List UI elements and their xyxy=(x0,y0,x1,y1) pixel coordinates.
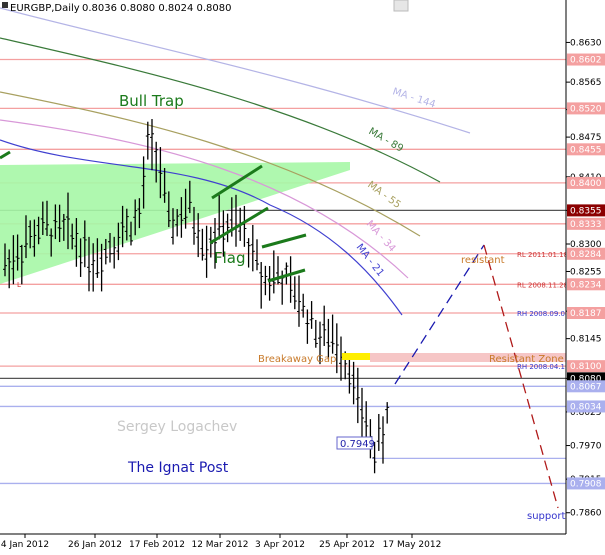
site-label: The Ignat Post xyxy=(127,460,229,476)
price-tag-label-6: 0.8284 xyxy=(570,250,602,260)
price-tag-label-11: 0.8067 xyxy=(570,382,602,392)
price-tag-label-5: 0.8333 xyxy=(570,220,602,230)
price-tag-label-9: 0.8100 xyxy=(570,362,602,372)
price-chart[interactable]: 0.7949 Bull Trap Flag Breakaway Gap resi… xyxy=(0,0,605,555)
price-tag-label-1: 0.8520 xyxy=(570,104,602,114)
price-tag-label-4: 0.8355 xyxy=(570,206,602,216)
price-tag-label-3: 0.8400 xyxy=(570,179,602,189)
small-l-label: L xyxy=(17,281,21,289)
level-label-2: RH 2008.09.04 xyxy=(517,310,570,318)
y-tick-label-0: 0.8630 xyxy=(570,38,602,48)
close-chart-icon[interactable] xyxy=(393,0,409,12)
y-tick-label-14: 0.7860 xyxy=(570,509,602,519)
price-tag-label-2: 0.8455 xyxy=(570,145,602,155)
author-watermark: Sergey Logachev xyxy=(117,419,237,435)
x-tick-label-4: 3 Apr 2012 xyxy=(255,540,305,550)
price-tag-label-7: 0.8234 xyxy=(570,280,602,290)
price-tag-label-8: 0.8187 xyxy=(570,309,602,319)
low-label: 0.7949 xyxy=(340,439,375,450)
x-tick-label-3: 12 Mar 2012 xyxy=(191,540,248,550)
x-tick-label-1: 26 Jan 2012 xyxy=(68,540,122,550)
bull-trap-label: Bull Trap xyxy=(119,92,184,110)
price-tag-label-13: 0.7908 xyxy=(570,479,602,489)
y-tick-label-3: 0.8475 xyxy=(570,133,602,143)
resistant-label: resistant xyxy=(461,255,505,266)
breakaway-gap-marker xyxy=(342,353,370,360)
level-label-0: RL 2011.01.18 xyxy=(517,251,568,259)
y-tick-label-9: 0.8145 xyxy=(570,335,602,345)
flag-label: Flag xyxy=(214,249,246,267)
support-label: support xyxy=(527,511,565,522)
price-tag-label-0: 0.8602 xyxy=(570,56,602,66)
price-tag-label-12: 0.8034 xyxy=(570,402,602,412)
x-tick-label-6: 17 May 2012 xyxy=(383,540,442,550)
level-label-3: RH 2008.04.16 xyxy=(517,363,570,371)
symbol-label: EURGBP,Daily xyxy=(10,3,80,14)
y-tick-label-7: 0.8255 xyxy=(570,267,602,277)
header-icon xyxy=(2,2,8,8)
level-label-1: RL 2008.11.28 xyxy=(517,281,568,289)
ohlc-label: 0.8036 0.8080 0.8024 0.8080 xyxy=(82,3,232,14)
x-tick-label-2: 17 Feb 2012 xyxy=(129,540,185,550)
breakaway-gap-label: Breakaway Gap xyxy=(258,354,336,365)
x-tick-label-5: 25 Apr 2012 xyxy=(319,540,375,550)
y-tick-label-1: 0.8565 xyxy=(570,78,602,88)
x-tick-label-0: 4 Jan 2012 xyxy=(1,540,49,550)
y-tick-label-12: 0.7970 xyxy=(570,442,602,452)
